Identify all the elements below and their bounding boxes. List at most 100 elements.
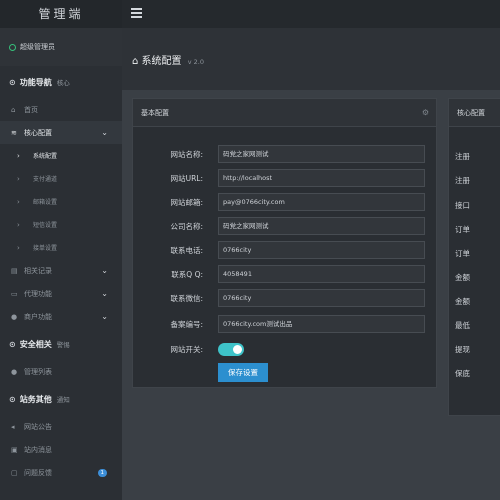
sidebar-item-announcement[interactable]: ◂ 网站公告 xyxy=(0,415,122,438)
icp-number-input[interactable]: 0766city.com测试出品 xyxy=(218,315,425,333)
chevron-down-icon: ⌄ xyxy=(101,312,108,321)
core-field-label: 金额 xyxy=(455,297,470,306)
chevron-right-icon: › xyxy=(17,174,20,183)
qq-input[interactable]: 4058491 xyxy=(218,265,425,283)
form-row-site-switch: 网站开关: xyxy=(133,340,438,358)
user-icon: ● xyxy=(11,312,18,321)
section-site: ⊙ 站务其他 通知 xyxy=(0,383,122,415)
core-field-label: 注册 xyxy=(455,176,470,185)
chevron-right-icon: › xyxy=(17,220,20,229)
chevron-right-icon: › xyxy=(17,197,20,206)
sidebar-item-core-config[interactable]: ≋ 核心配置 ⌄ xyxy=(0,121,122,144)
sidebar-subitem-sms[interactable]: › 短信设置 xyxy=(0,213,122,236)
section-security: ⊙ 安全相关 警惕 xyxy=(0,328,122,360)
sidebar-item-records[interactable]: ▤ 相关记录 ⌄ xyxy=(0,259,122,282)
field-label: 网站邮箱: xyxy=(170,198,203,207)
field-label: 联系微信: xyxy=(170,294,203,303)
wechat-input[interactable]: 0766city xyxy=(218,289,425,307)
page-title-text: 系统配置 xyxy=(141,56,182,67)
sidebar-item-label: 商户功能 xyxy=(24,312,52,321)
sidebar-item-label: 问题反馈 xyxy=(24,468,52,477)
sidebar-item-label: 相关记录 xyxy=(24,266,52,275)
sidebar-item-label: 站内消息 xyxy=(24,445,52,454)
field-label: 网站URL: xyxy=(170,174,203,183)
cog-icon: ⊙ xyxy=(9,394,16,404)
field-label: 网站开关: xyxy=(170,345,203,354)
company-name-input[interactable]: 码党之家网测试 xyxy=(218,217,425,235)
core-field-label: 保底 xyxy=(455,369,470,378)
message-icon: ▣ xyxy=(11,445,18,454)
sidebar-item-label: 核心配置 xyxy=(24,128,52,137)
field-label: 公司名称: xyxy=(170,222,203,231)
sidebar-item-admin-list[interactable]: ● 管理列表 xyxy=(0,360,122,383)
phone-input[interactable]: 0766city xyxy=(218,241,425,259)
sidebar-subitem-payment[interactable]: › 支付通道 xyxy=(0,167,122,190)
top-bar xyxy=(122,0,500,28)
compass-icon: ⊙ xyxy=(9,77,16,87)
core-field-label: 接口 xyxy=(455,201,470,210)
sidebar-subitem-system-config[interactable]: › 系统配置 xyxy=(0,144,122,167)
feedback-icon: ▢ xyxy=(11,468,18,477)
sidebar-item-agent[interactable]: ▭ 代理功能 ⌄ xyxy=(0,282,122,305)
form-row-site-url: 网站URL: http://localhost xyxy=(133,169,438,187)
basic-config-panel: 基本配置 ⚙ 网站名称: 码党之家网测试 网站URL: http://local… xyxy=(132,98,437,388)
shield-icon: ⊙ xyxy=(9,339,16,349)
section-security-subtitle: 警惕 xyxy=(56,341,70,349)
core-field-label: 最低 xyxy=(455,321,470,330)
site-url-input[interactable]: http://localhost xyxy=(218,169,425,187)
volume-icon: ◂ xyxy=(11,422,15,431)
core-field-label: 注册 xyxy=(455,152,470,161)
site-switch-toggle[interactable] xyxy=(218,343,244,356)
site-name-input[interactable]: 码党之家网测试 xyxy=(218,145,425,163)
sidebar-item-merchant[interactable]: ● 商户功能 ⌄ xyxy=(0,305,122,328)
sidebar-item-label: 代理功能 xyxy=(24,289,52,298)
home-icon: ⌂ xyxy=(11,105,16,114)
panel-header: 核心配置 xyxy=(449,99,500,127)
gear-icon[interactable]: ⚙ xyxy=(422,108,429,117)
sidebar-item-home[interactable]: ⌂ 首页 xyxy=(0,98,122,121)
sidebar-subitem-label: 短信设置 xyxy=(33,222,58,229)
field-label: 联系电话: xyxy=(170,246,203,255)
section-site-subtitle: 通知 xyxy=(56,396,70,404)
user-name: 超级管理员 xyxy=(20,43,55,51)
panel-title: 核心配置 xyxy=(457,108,485,117)
core-field-label: 订单 xyxy=(455,249,470,258)
menu-toggle-icon[interactable] xyxy=(131,8,142,18)
site-email-input[interactable]: pay@0766city.com xyxy=(218,193,425,211)
page-header: ⌂ 系统配置 v 2.0 xyxy=(122,28,500,90)
sliders-icon: ≋ xyxy=(11,128,17,137)
chevron-down-icon: ⌄ xyxy=(101,266,108,275)
user-icon: ● xyxy=(11,367,18,376)
core-field-label: 提现 xyxy=(455,345,470,354)
chevron-down-icon: ⌄ xyxy=(101,289,108,298)
chevron-down-icon: ⌄ xyxy=(101,128,108,137)
sidebar-item-feedback[interactable]: ▢ 问题反馈 1 xyxy=(0,461,122,484)
sidebar-subitem-label: 支付通道 xyxy=(33,176,58,183)
monitor-icon: ▭ xyxy=(11,289,18,298)
sidebar: 管理端 超级管理员 ⊙ 功能导航 核心 ⌂ 首页 ≋ 核心配置 ⌄ › 系统配置… xyxy=(0,0,122,500)
page-title: ⌂ 系统配置 v 2.0 xyxy=(132,52,204,67)
sidebar-item-label: 网站公告 xyxy=(24,422,52,431)
form-row-phone: 联系电话: 0766city xyxy=(133,241,438,259)
user-status[interactable]: 超级管理员 xyxy=(0,28,122,66)
feedback-count-badge: 1 xyxy=(97,468,107,477)
field-label: 备案编号: xyxy=(170,320,203,329)
section-site-title: 站务其他 xyxy=(19,394,52,404)
section-security-title: 安全相关 xyxy=(19,339,52,349)
home-icon: ⌂ xyxy=(132,56,139,67)
sidebar-subitem-label: 接单设置 xyxy=(33,245,58,252)
form-row-company: 公司名称: 码党之家网测试 xyxy=(133,217,438,235)
sidebar-subitem-orders[interactable]: › 接单设置 xyxy=(0,236,122,259)
sidebar-item-label: 管理列表 xyxy=(24,367,52,376)
page-version: v 2.0 xyxy=(187,58,204,66)
sidebar-item-messages[interactable]: ▣ 站内消息 xyxy=(0,438,122,461)
sidebar-subitem-email[interactable]: › 邮箱设置 xyxy=(0,190,122,213)
panel-header: 基本配置 ⚙ xyxy=(133,99,436,127)
form-row-wechat: 联系微信: 0766city xyxy=(133,289,438,307)
sidebar-subitem-label: 系统配置 xyxy=(33,153,58,160)
form-row-site-email: 网站邮箱: pay@0766city.com xyxy=(133,193,438,211)
save-settings-button[interactable]: 保存设置 xyxy=(218,363,268,382)
core-config-panel: 核心配置 注册 注册 接口 订单 订单 金额 金额 最低 提现 保底 xyxy=(448,98,500,416)
sidebar-item-label: 首页 xyxy=(24,105,38,114)
core-field-label: 金额 xyxy=(455,273,470,282)
